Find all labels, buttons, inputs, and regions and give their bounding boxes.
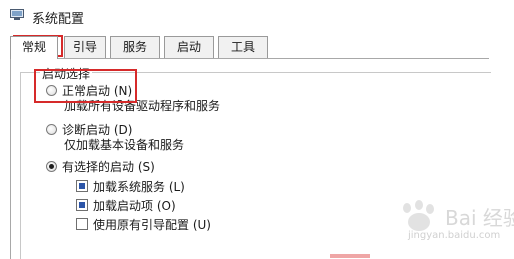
tab-boot[interactable]: 引导: [64, 36, 106, 58]
load-system-services-label[interactable]: 加载系统服务 (L): [93, 178, 185, 195]
tab-services[interactable]: 服务: [110, 36, 160, 58]
title-bar: 系统配置: [0, 0, 514, 30]
tab-general[interactable]: 常规: [10, 36, 58, 59]
diagnostic-startup-radio[interactable]: [46, 124, 57, 135]
use-original-boot-config-label[interactable]: 使用原有引导配置 (U): [93, 216, 211, 233]
baidu-paw-logo: [403, 200, 434, 231]
load-startup-items-checkbox[interactable]: [76, 199, 88, 211]
load-system-services-checkbox[interactable]: [76, 180, 88, 192]
watermark-text: Bai 经验: [445, 206, 514, 230]
window-title: 系统配置: [32, 12, 85, 27]
selective-startup-radio[interactable]: [46, 161, 57, 172]
load-startup-items-label[interactable]: 加载启动项 (O): [93, 197, 176, 214]
highlight-box-normal-startup: [34, 69, 137, 103]
system-config-icon: [10, 9, 24, 20]
selective-startup-label[interactable]: 有选择的启动 (S): [62, 158, 155, 175]
watermark-url: jingyan.baidu.com: [408, 230, 501, 241]
diagnostic-startup-description: 仅加载基本设备和服务: [64, 138, 185, 152]
tab-tools[interactable]: 工具: [218, 36, 268, 58]
use-original-boot-config-checkbox[interactable]: [76, 218, 88, 230]
red-mark: [330, 254, 370, 258]
tab-startup[interactable]: 启动: [164, 36, 214, 58]
